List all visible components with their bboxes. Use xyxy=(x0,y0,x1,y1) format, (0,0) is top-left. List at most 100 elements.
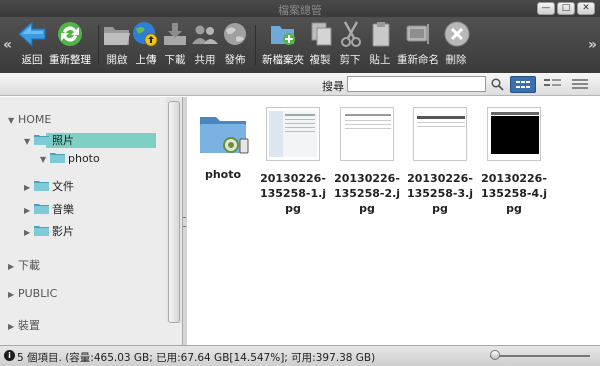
back-arrow-icon xyxy=(18,20,46,48)
search-input[interactable] xyxy=(347,76,486,92)
paste-button-label: 貼上 xyxy=(369,54,391,66)
refresh-button[interactable]: 重新整理 xyxy=(46,20,94,72)
zoom-slider-knob[interactable] xyxy=(490,350,500,360)
view-list-button[interactable] xyxy=(540,76,566,93)
image-thumbnail xyxy=(340,107,394,161)
cut-button-label: 剪下 xyxy=(339,54,361,66)
file-name: 20130226-135258-4.jpg xyxy=(480,172,548,215)
view-details-button[interactable] xyxy=(510,76,536,93)
file-item-image[interactable]: 20130226-135258-2.jpg xyxy=(332,107,402,216)
back-button-label: 返回 xyxy=(21,54,43,66)
collapse-triangle-icon[interactable]: ▶ xyxy=(8,262,18,271)
back-button[interactable]: 返回 xyxy=(16,20,48,72)
file-name: 20130226-135258-1.jpg xyxy=(259,172,327,215)
share-button[interactable]: 共用 xyxy=(190,20,220,72)
sidebar-item-label: 照片 xyxy=(52,134,74,147)
toolbar-separator xyxy=(98,25,99,65)
download-button[interactable]: 下載 xyxy=(160,20,190,72)
zoom-slider-track[interactable] xyxy=(490,355,590,357)
sidebar-item-videos[interactable]: ▶ 影片 xyxy=(24,223,74,239)
window-titlebar: 檔案總管 — □ ✕ xyxy=(0,0,600,17)
image-thumbnail xyxy=(413,107,467,161)
rename-button[interactable]: 重新命名 xyxy=(395,20,441,72)
sidebar-item-music[interactable]: ▶ 音樂 xyxy=(24,201,74,217)
toolbar-scroll-right-icon[interactable]: » xyxy=(588,37,597,53)
collapse-triangle-icon[interactable]: ▶ xyxy=(24,183,34,192)
new-folder-button-label: 新檔案夾 xyxy=(262,54,304,66)
maximize-button[interactable]: □ xyxy=(557,2,575,15)
folder-icon xyxy=(34,181,49,191)
sidebar-section-devices[interactable]: ▶ 裝置 xyxy=(8,317,40,333)
collapse-triangle-icon[interactable]: ▶ xyxy=(8,290,18,299)
sidebar-item-label: photo xyxy=(68,152,100,165)
minimize-button[interactable]: — xyxy=(537,2,555,15)
folder-icon xyxy=(34,204,49,214)
paste-button[interactable]: 貼上 xyxy=(366,20,394,72)
expand-triangle-icon[interactable]: ▼ xyxy=(8,116,18,125)
file-item-image[interactable]: 20130226-135258-1.jpg xyxy=(258,107,328,216)
download-tray-icon xyxy=(164,23,186,45)
info-icon: i xyxy=(4,350,15,361)
publish-globe-icon xyxy=(224,23,246,45)
collapse-triangle-icon[interactable]: ▶ xyxy=(24,206,34,215)
sidebar-item-photo[interactable]: ▼ photo xyxy=(40,152,100,168)
delete-button-label: 刪除 xyxy=(445,54,467,66)
search-icon[interactable] xyxy=(491,78,504,91)
collapse-triangle-icon[interactable]: ▶ xyxy=(24,228,34,237)
new-folder-icon xyxy=(271,26,295,45)
new-folder-button[interactable]: 新檔案夾 xyxy=(258,20,308,72)
sidebar: ▼ HOME ▼ 照片 ▼ photo ▶ 文件 ▶ 音樂 ▶ 影片 ▶ 下載 ▶ PUBLIC… xyxy=(0,97,184,345)
scissors-icon xyxy=(341,21,361,47)
open-button[interactable]: 開啟 xyxy=(102,20,132,72)
file-item-folder[interactable]: photo xyxy=(188,107,258,182)
sidebar-scrollbar-thumb[interactable] xyxy=(168,101,180,323)
splitter-grip-icon xyxy=(183,217,186,227)
file-item-image[interactable]: 20130226-135258-4.jpg xyxy=(479,107,549,216)
status-text: 5 個項目. (容量:465.03 GB; 已用:67.64 GB[14.547… xyxy=(17,352,376,364)
sidebar-home[interactable]: ▼ HOME xyxy=(8,113,51,129)
file-name: photo xyxy=(204,168,242,181)
open-folder-icon xyxy=(104,27,130,45)
list-view-icon xyxy=(544,79,561,86)
publish-button-label: 發佈 xyxy=(224,54,246,66)
copy-icon xyxy=(311,22,332,46)
expand-triangle-icon[interactable]: ▼ xyxy=(40,155,50,164)
folder-thumbnail xyxy=(194,107,252,161)
large-folder-icon xyxy=(200,117,249,154)
view-thumbnail-button[interactable] xyxy=(568,76,594,93)
upload-button[interactable]: 上傳 xyxy=(131,20,161,72)
file-name: 20130226-135258-3.jpg xyxy=(406,172,474,215)
sidebar-item-label: 音樂 xyxy=(52,203,74,216)
rename-button-label: 重新命名 xyxy=(397,54,439,66)
copy-button[interactable]: 複製 xyxy=(306,20,334,72)
folder-icon xyxy=(34,226,49,236)
expand-triangle-icon[interactable]: ▼ xyxy=(24,137,34,146)
sidebar-item-photos[interactable]: ▼ 照片 xyxy=(24,132,74,148)
close-button[interactable]: ✕ xyxy=(577,2,595,15)
toolbar: « » 返回 重新整理 開啟 上傳 下載 共用 發佈 新檔案夾 複製 剪下 貼上… xyxy=(0,17,600,73)
file-list: photo 20130226-135258-1.jpg 20130226-135… xyxy=(187,97,600,345)
toolbar-scroll-left-icon[interactable]: « xyxy=(3,37,12,53)
collapse-triangle-icon[interactable]: ▶ xyxy=(8,322,18,331)
search-bar: 搜尋 xyxy=(0,73,600,96)
sidebar-item-documents[interactable]: ▶ 文件 xyxy=(24,178,74,194)
delete-button[interactable]: 刪除 xyxy=(442,20,470,72)
sidebar-home-label: HOME xyxy=(18,113,52,126)
clipboard-icon xyxy=(372,22,390,47)
sidebar-section-label: 裝置 xyxy=(18,319,40,332)
sidebar-section-label: PUBLIC xyxy=(18,287,58,300)
sidebar-section-downloads[interactable]: ▶ 下載 xyxy=(8,257,40,273)
refresh-button-label: 重新整理 xyxy=(49,54,91,66)
toolbar-separator xyxy=(255,25,256,65)
status-bar: i 5 個項目. (容量:465.03 GB; 已用:67.64 GB[14.5… xyxy=(0,345,600,366)
upload-globe-icon xyxy=(133,22,158,47)
grid-view-icon xyxy=(516,81,530,88)
file-item-image[interactable]: 20130226-135258-3.jpg xyxy=(405,107,475,216)
file-name: 20130226-135258-2.jpg xyxy=(333,172,401,215)
sidebar-section-public[interactable]: ▶ PUBLIC xyxy=(8,287,57,303)
rename-tv-icon xyxy=(406,24,429,44)
folder-icon xyxy=(50,153,65,163)
share-button-label: 共用 xyxy=(194,54,216,66)
cut-button[interactable]: 剪下 xyxy=(336,20,364,72)
publish-button[interactable]: 發佈 xyxy=(220,20,250,72)
